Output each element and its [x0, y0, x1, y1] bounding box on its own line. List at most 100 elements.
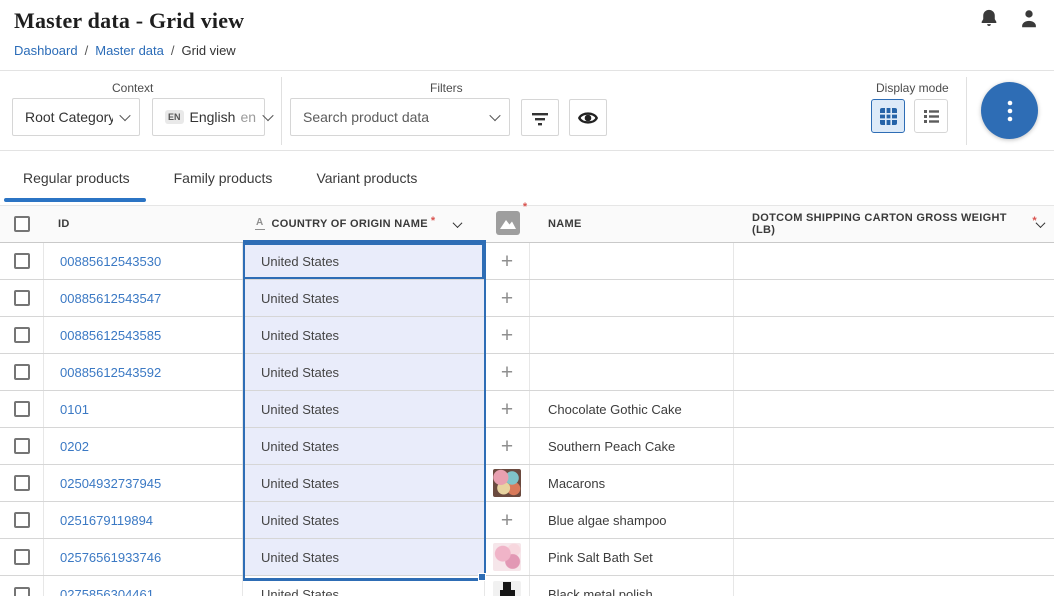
grid-view-icon — [879, 107, 898, 126]
list-view-icon — [922, 107, 941, 126]
column-header-country[interactable]: A COUNTRY OF ORIGIN NAME * — [243, 206, 485, 242]
column-header-image[interactable]: * — [485, 206, 530, 242]
name-cell[interactable] — [530, 354, 734, 390]
image-cell[interactable]: + — [485, 280, 530, 316]
product-id-link[interactable]: 0251679119894 — [60, 513, 153, 528]
product-id-link[interactable]: 0101 — [60, 402, 89, 417]
image-cell[interactable]: + — [485, 317, 530, 353]
name-cell[interactable] — [530, 243, 734, 279]
add-image-icon[interactable]: + — [501, 251, 513, 272]
weight-cell[interactable] — [734, 428, 1054, 464]
row-checkbox[interactable] — [0, 465, 44, 501]
product-id-link[interactable]: 0275856304461 — [60, 587, 154, 596]
weight-cell[interactable] — [734, 354, 1054, 390]
column-header-weight[interactable]: DOTCOM SHIPPING CARTON GROSS WEIGHT (LB)… — [734, 206, 1054, 242]
product-thumbnail[interactable] — [493, 543, 521, 571]
image-cell[interactable]: + — [485, 391, 530, 427]
column-resize-handle[interactable] — [478, 573, 486, 581]
row-checkbox[interactable] — [0, 354, 44, 390]
add-image-icon[interactable]: + — [501, 288, 513, 309]
select-all-checkbox[interactable] — [0, 206, 44, 242]
filter-button[interactable] — [521, 99, 559, 136]
name-cell[interactable]: Pink Salt Bath Set — [530, 539, 734, 575]
weight-cell[interactable] — [734, 391, 1054, 427]
product-thumbnail[interactable] — [493, 581, 521, 596]
weight-cell[interactable] — [734, 465, 1054, 501]
preview-button[interactable] — [569, 99, 607, 136]
image-cell[interactable] — [485, 539, 530, 575]
image-cell[interactable]: + — [485, 243, 530, 279]
country-cell[interactable]: United States — [243, 465, 485, 501]
bell-icon[interactable] — [978, 8, 1000, 30]
row-checkbox[interactable] — [0, 428, 44, 464]
name-cell[interactable]: Southern Peach Cake — [530, 428, 734, 464]
name-cell[interactable] — [530, 317, 734, 353]
country-cell[interactable]: United States — [243, 354, 485, 390]
image-cell[interactable]: + — [485, 354, 530, 390]
language-dropdown[interactable]: EN English en — [152, 98, 265, 136]
country-cell[interactable]: United States — [243, 576, 485, 596]
name-cell[interactable] — [530, 280, 734, 316]
product-id-link[interactable]: 00885612543592 — [60, 365, 161, 380]
table-row: 00885612543547 United States + — [0, 280, 1054, 317]
product-id-link[interactable]: 02504932737945 — [60, 476, 161, 491]
product-id-link[interactable]: 02576561933746 — [60, 550, 161, 565]
country-cell[interactable]: United States — [243, 317, 485, 353]
breadcrumb-master-data[interactable]: Master data — [95, 43, 164, 58]
weight-cell[interactable] — [734, 243, 1054, 279]
row-checkbox[interactable] — [0, 280, 44, 316]
weight-cell[interactable] — [734, 317, 1054, 353]
country-cell[interactable]: United States — [243, 502, 485, 538]
add-image-icon[interactable]: + — [501, 362, 513, 383]
add-image-icon[interactable]: + — [501, 399, 513, 420]
add-image-icon[interactable]: + — [501, 510, 513, 531]
column-header-name[interactable]: NAME — [530, 206, 734, 242]
name-cell[interactable]: Chocolate Gothic Cake — [530, 391, 734, 427]
name-cell[interactable]: Macarons — [530, 465, 734, 501]
name-cell[interactable]: Blue algae shampoo — [530, 502, 734, 538]
product-id-link[interactable]: 00885612543530 — [60, 254, 161, 269]
country-cell[interactable]: United States — [243, 243, 485, 279]
image-cell[interactable]: + — [485, 428, 530, 464]
chevron-down-icon[interactable] — [453, 218, 463, 228]
product-id-link[interactable]: 00885612543547 — [60, 291, 161, 306]
product-id-link[interactable]: 00885612543585 — [60, 328, 161, 343]
weight-cell[interactable] — [734, 280, 1054, 316]
name-cell[interactable]: Black metal polish — [530, 576, 734, 596]
product-thumbnail[interactable] — [493, 469, 521, 497]
row-checkbox[interactable] — [0, 502, 44, 538]
tab-variant-products[interactable]: Variant products — [306, 151, 427, 205]
table-row: 00885612543585 United States + — [0, 317, 1054, 354]
row-checkbox[interactable] — [0, 391, 44, 427]
grid-view-button[interactable] — [871, 99, 905, 133]
country-cell[interactable]: United States — [243, 391, 485, 427]
row-checkbox[interactable] — [0, 539, 44, 575]
weight-cell[interactable] — [734, 539, 1054, 575]
weight-cell[interactable] — [734, 502, 1054, 538]
breadcrumb-dashboard[interactable]: Dashboard — [14, 43, 78, 58]
country-cell[interactable]: United States — [243, 539, 485, 575]
row-checkbox[interactable] — [0, 243, 44, 279]
list-view-button[interactable] — [914, 99, 948, 133]
table-row: 0275856304461 United States Black metal po… — [0, 576, 1054, 596]
actions-fab-button[interactable] — [981, 82, 1038, 139]
product-id-link[interactable]: 0202 — [60, 439, 89, 454]
category-dropdown[interactable]: Root Category — [12, 98, 140, 136]
tab-regular-products[interactable]: Regular products — [13, 151, 140, 205]
column-header-id[interactable]: ID — [44, 206, 243, 242]
context-label: Context — [112, 81, 153, 95]
add-image-icon[interactable]: + — [501, 436, 513, 457]
image-cell[interactable] — [485, 465, 530, 501]
add-image-icon[interactable]: + — [501, 325, 513, 346]
image-cell[interactable] — [485, 576, 530, 596]
person-icon[interactable] — [1018, 8, 1040, 30]
image-column-icon: * — [495, 210, 521, 239]
row-checkbox[interactable] — [0, 317, 44, 353]
tab-family-products[interactable]: Family products — [164, 151, 283, 205]
image-cell[interactable]: + — [485, 502, 530, 538]
row-checkbox[interactable] — [0, 576, 44, 596]
country-cell[interactable]: United States — [243, 280, 485, 316]
search-product-dropdown[interactable]: Search product data — [290, 98, 510, 136]
weight-cell[interactable] — [734, 576, 1054, 596]
country-cell[interactable]: United States — [243, 428, 485, 464]
